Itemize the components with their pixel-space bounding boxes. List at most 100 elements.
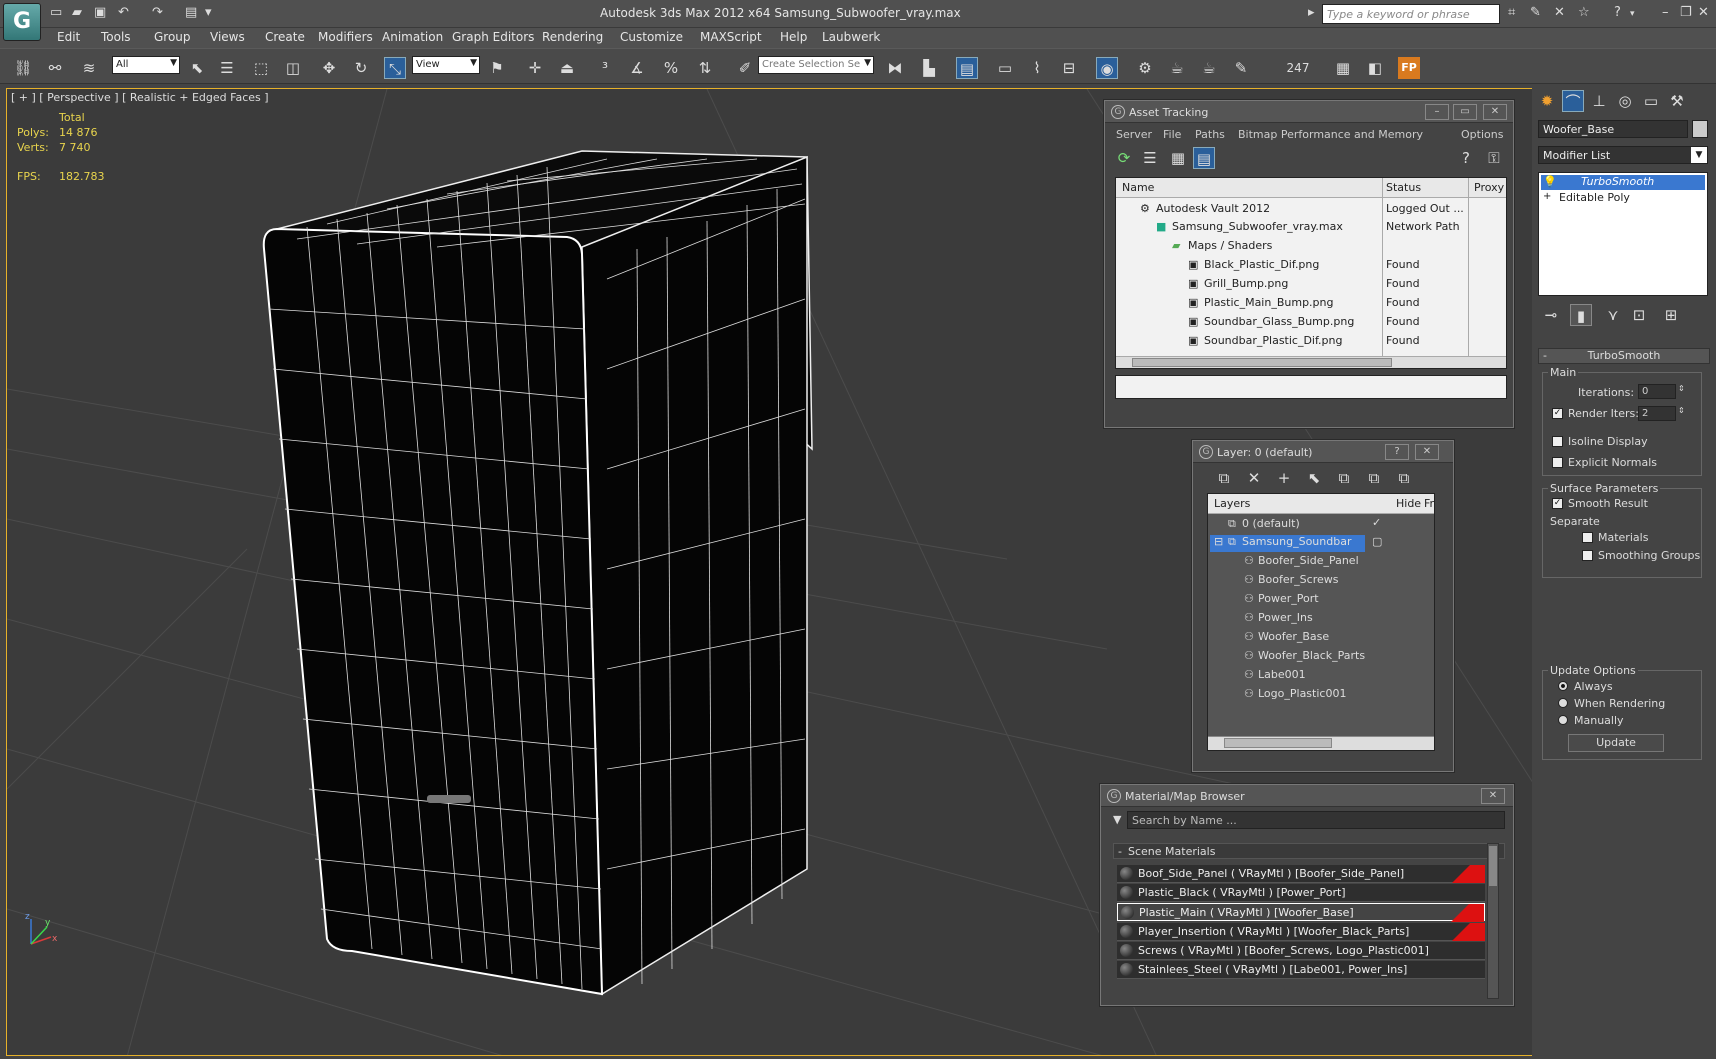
rendered-frame-window-icon[interactable]: ☕ [1166,57,1188,79]
fp-icon[interactable]: FP [1398,57,1420,79]
object-name-field[interactable]: Woofer_Base [1538,120,1688,138]
maximize-icon[interactable]: ▭ [1453,104,1477,120]
table-row[interactable]: Soundbar_Plastic_Dif.png [1204,334,1343,347]
list-item[interactable]: Boofer_Side_Panel [1258,554,1359,567]
render-production-icon[interactable]: ☕ [1198,57,1220,79]
list-item[interactable]: Labe001 [1258,668,1306,681]
table-row[interactable]: Soundbar_Glass_Bump.png [1204,315,1354,328]
menu-laubwerk[interactable]: Laubwerk [822,30,880,44]
list-item[interactable]: Screws ( VRayMtl ) [Boofer_Screws, Logo_… [1117,942,1485,960]
horizontal-scrollbar[interactable] [1208,736,1434,750]
spinner-snap-icon[interactable]: ⇅ [694,57,716,79]
help-icon[interactable]: ? [1455,147,1477,169]
menu-create[interactable]: Create [265,30,305,44]
keyboard-shortcut-icon[interactable]: ⏏ [556,57,578,79]
communication-center-icon[interactable]: ✕ [1554,5,1565,20]
list-item[interactable]: Boofer_Screws [1258,573,1338,586]
menu-tools[interactable]: Tools [101,30,131,44]
open-file-icon[interactable]: ▰ [72,5,82,20]
menu-edit[interactable]: Edit [57,30,80,44]
menu-views[interactable]: Views [210,30,245,44]
list-item[interactable]: Woofer_Black_Parts [1258,649,1365,662]
list-item[interactable]: Plastic_Black ( VRayMtl ) [Power_Port] [1117,884,1485,902]
modifier-list-dropdown[interactable]: Modifier List ▼ [1538,146,1708,164]
list-item[interactable]: Samsung_Soundbar [1242,535,1351,548]
collapse-icon[interactable]: ⊟ [1214,535,1223,548]
rectangular-selection-icon[interactable]: ⬚ [250,57,272,79]
select-manipulate-icon[interactable]: ✛ [524,57,546,79]
app-logo-icon[interactable]: G [3,3,41,41]
horizontal-scrollbar[interactable] [1116,356,1506,368]
menu-bitmap-performance[interactable]: Bitmap Performance and Memory [1238,128,1423,141]
close-icon[interactable]: ✕ [1698,5,1709,20]
binoculars-icon[interactable]: ⌗ [1508,5,1515,20]
vault-icon[interactable]: ⚿ [1483,147,1505,169]
minimize-icon[interactable]: – [1425,104,1449,120]
column-proxy[interactable]: Proxy [1474,181,1504,194]
material-browser-titlebar[interactable]: G Material/Map Browser ✕ [1101,785,1513,807]
percent-snap-icon[interactable]: % [660,57,682,79]
material-search-input[interactable]: Search by Name ... [1127,811,1505,829]
table-row[interactable]: Maps / Shaders [1188,239,1272,252]
list-item[interactable]: Woofer_Base [1258,630,1329,643]
menu-options[interactable]: Options [1461,128,1503,141]
close-icon[interactable]: ✕ [1481,788,1505,804]
list-item[interactable]: Logo_Plastic001 [1258,687,1346,700]
freeze-all-icon[interactable]: ⧉ [1393,467,1415,489]
chevron-down-icon[interactable]: ▾ [1630,9,1635,19]
select-by-name-icon[interactable]: ☰ [216,57,238,79]
menu-maxscript[interactable]: MAXScript [700,30,762,44]
edit-named-selection-icon[interactable]: ✐ [734,57,756,79]
turbosmooth-rollout-title[interactable]: - TurboSmooth [1538,348,1710,364]
schematic-view-icon[interactable]: ⊟ [1058,57,1080,79]
table-row[interactable]: Grill_Bump.png [1204,277,1288,290]
snaps-toggle-icon[interactable]: ³ [594,57,616,79]
thumbnail-view-icon[interactable]: ▦ [1167,147,1189,169]
undo-icon[interactable]: ↶ [118,5,129,20]
redo-icon[interactable]: ↷ [152,5,163,20]
vertical-scrollbar[interactable] [1487,843,1499,999]
scale-icon[interactable]: ⤡ [384,57,406,79]
grid-icon[interactable]: ▦ [1332,57,1354,79]
separate-smoothing-groups-checkbox[interactable] [1582,550,1593,561]
pivot-point-icon[interactable]: ⚑ [486,57,508,79]
menu-file[interactable]: File [1163,128,1181,141]
scene-materials-group[interactable]: - Scene Materials [1113,843,1505,859]
explicit-normals-checkbox[interactable] [1552,457,1563,468]
render-iters-checkbox[interactable]: ✓ [1552,408,1563,419]
align-icon[interactable]: ▙ [918,57,940,79]
tools-icon[interactable]: ✎ [1530,5,1541,20]
named-selection-set-dropdown[interactable]: Create Selection Se ▼ [758,56,874,74]
list-item[interactable]: Power_Port [1258,592,1319,605]
asset-path-field[interactable] [1115,375,1507,399]
list-item[interactable]: Plastic_Main ( VRayMtl ) [Woofer_Base] [1117,903,1485,922]
table-row[interactable]: Samsung_Subwoofer_vray.max [1172,220,1343,233]
graphite-ribbon-icon[interactable]: ▭ [994,57,1016,79]
chevron-down-icon[interactable]: ▾ [205,5,212,20]
menu-animation[interactable]: Animation [382,30,443,44]
create-tab-icon[interactable]: ✹ [1536,90,1558,112]
refresh-icon[interactable]: ⟳ [1113,147,1135,169]
modify-tab-icon[interactable]: ⌒ [1562,90,1584,112]
select-and-link-icon[interactable]: ⛓ [12,57,34,79]
bind-space-warp-icon[interactable]: ≋ [78,57,100,79]
menu-paths[interactable]: Paths [1195,128,1225,141]
object-color-swatch[interactable] [1692,120,1708,138]
pin-stack-icon[interactable]: ⊸ [1540,304,1562,326]
minimize-icon[interactable]: – [1662,5,1669,20]
separate-materials-checkbox[interactable] [1582,532,1593,543]
material-editor-icon[interactable]: ◉ [1096,57,1118,79]
select-object-icon[interactable]: ⬉ [186,57,208,79]
menu-server[interactable]: Server [1116,128,1152,141]
mirror-icon[interactable]: ⧓ [884,57,906,79]
list-item[interactable]: Player_Insertion ( VRayMtl ) [Woofer_Bla… [1117,923,1485,941]
search-input[interactable]: Type a keyword or phrase [1322,4,1500,24]
menu-group[interactable]: Group [154,30,191,44]
favorites-star-icon[interactable]: ☆ [1578,5,1590,20]
motion-tab-icon[interactable]: ◎ [1614,90,1636,112]
menu-rendering[interactable]: Rendering [542,30,603,44]
selection-filter-dropdown[interactable]: All ▼ [112,56,180,74]
table-view-icon[interactable]: ▤ [1193,147,1215,169]
column-freeze[interactable]: Fr [1424,497,1434,510]
utilities-tab-icon[interactable]: ⚒ [1666,90,1688,112]
